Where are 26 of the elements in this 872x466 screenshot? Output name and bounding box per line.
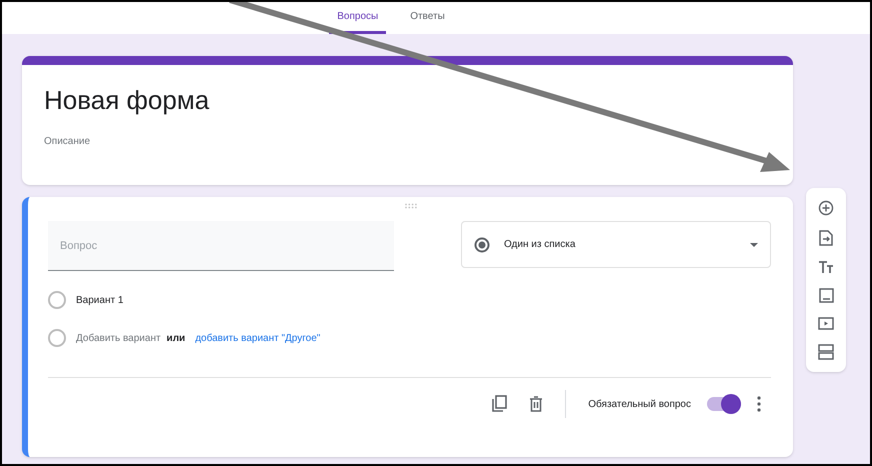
tab[interactable]: Вопросы [329,5,386,34]
trash-icon[interactable] [529,396,544,412]
radio-button[interactable] [48,329,66,347]
form-description[interactable]: Описание [44,134,771,149]
title-text-icon[interactable] [818,260,834,274]
form-title: Новая форма [44,84,210,117]
import-icon[interactable] [819,230,833,246]
add-other-link[interactable]: добавить вариант "Другое" [195,330,320,346]
tab[interactable]: Ответы [402,5,453,34]
radio-selected-icon [474,236,490,252]
more-icon[interactable] [757,396,761,412]
image-icon[interactable] [818,288,834,303]
option-label[interactable]: Вариант 1 [76,292,124,308]
or-text: или [166,332,186,346]
section-icon[interactable] [818,344,834,360]
required-label: Обязательный вопрос [588,398,691,412]
caret-icon [750,242,758,246]
required-toggle[interactable] [707,397,741,411]
copy-icon[interactable] [491,395,508,413]
video-icon[interactable] [818,317,834,330]
add-option-text[interactable]: Добавить вариант [76,330,161,346]
radio-button[interactable] [48,291,66,309]
add-icon[interactable] [818,200,834,216]
question-field[interactable]: Вопрос [48,221,394,271]
drag-handle-icon[interactable] [404,203,418,209]
question-type-dropdown[interactable]: Один из списка [461,221,771,268]
